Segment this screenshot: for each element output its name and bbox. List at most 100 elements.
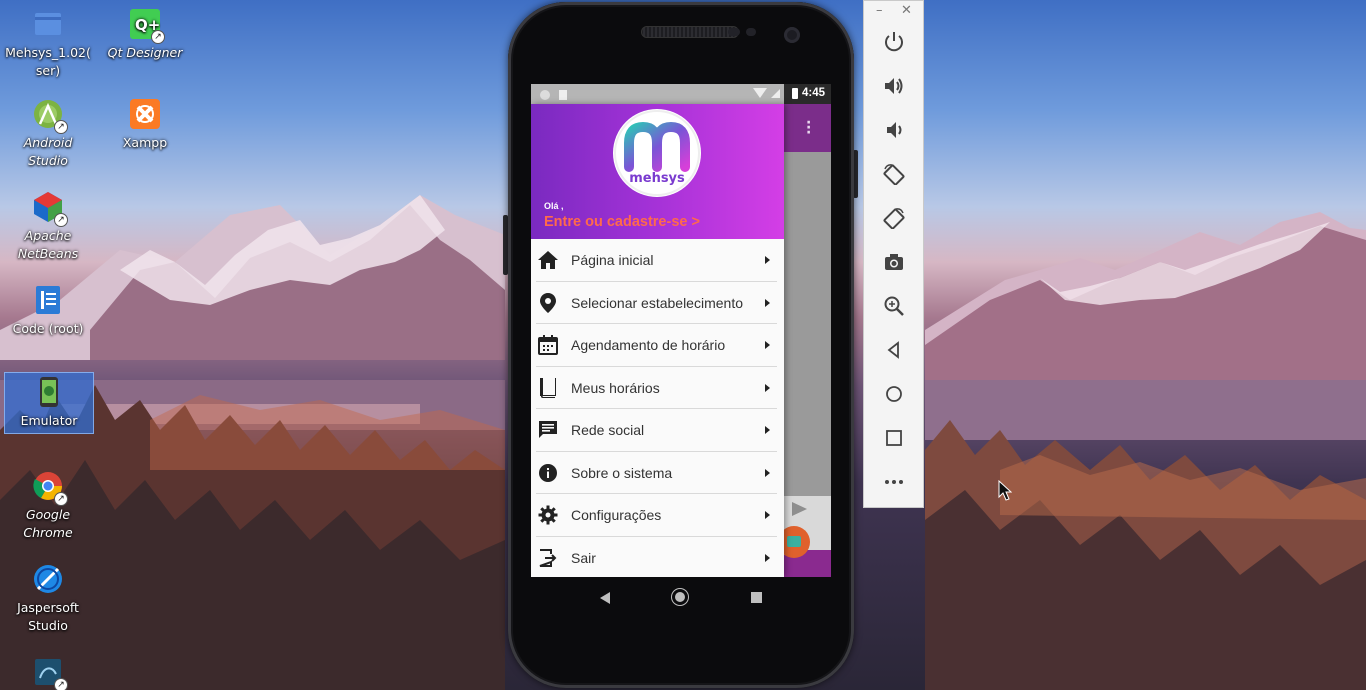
menu-item-agendamento[interactable]: Agendamento de horário [531, 324, 784, 367]
minimize-icon[interactable]: – [876, 3, 883, 18]
earpiece-speaker [641, 26, 739, 38]
chevron-right-icon [765, 383, 770, 392]
shortcut-arrow-icon: ↗ [151, 30, 165, 44]
menu-item-sobre-o-sistema[interactable]: Sobre o sistema [531, 452, 784, 495]
mysql-workbench-icon: ↗ [32, 656, 68, 690]
menu-item-label: Selecionar estabelecimento [571, 294, 743, 311]
desktop-icon-android-studio[interactable]: ↗ Android Studio [3, 98, 93, 170]
menu-item-meus-horarios[interactable]: Meus horários [531, 367, 784, 410]
desktop-icon-chrome[interactable]: ↗ Google Chrome [3, 470, 93, 542]
light-sensor [746, 28, 756, 36]
home-icon [537, 249, 559, 271]
desktop-icon-vscode[interactable]: Code (root) [3, 284, 93, 338]
chat-icon [537, 419, 559, 441]
mouse-cursor-icon [998, 480, 1012, 501]
menu-item-sair[interactable]: Sair [531, 537, 784, 578]
volume-down-button[interactable] [882, 118, 906, 142]
chevron-right-icon [765, 511, 770, 520]
chevron-right-icon [765, 341, 770, 350]
menu-item-label: Meus horários [571, 379, 660, 396]
menu-item-rede-social[interactable]: Rede social [531, 409, 784, 452]
menu-item-label: Rede social [571, 422, 645, 439]
wifi-icon [752, 88, 767, 98]
emulator-icon [33, 376, 65, 408]
rotate-left-icon [883, 164, 905, 185]
qt-designer-icon: Q+ ↗ [129, 8, 165, 44]
status-time: 4:45 [801, 87, 825, 99]
desktop-icon-xampp[interactable]: Xampp [100, 98, 190, 152]
desktop-icon-mysql-workbench[interactable]: ↗ [3, 656, 93, 690]
nav-recent-apps-icon[interactable] [751, 592, 762, 603]
desktop-icon-netbeans[interactable]: ↗ Apache NetBeans [3, 191, 93, 263]
desktop-icon-qt-designer[interactable]: Q+ ↗ Qt Designer [100, 8, 190, 62]
overview-button[interactable] [882, 426, 906, 450]
menu-item-label: Agendamento de horário [571, 337, 726, 354]
close-icon[interactable]: ✕ [901, 3, 912, 18]
home-icon [886, 386, 902, 402]
volume-down-icon [887, 122, 902, 138]
chevron-right-icon [765, 298, 770, 307]
back-icon [887, 341, 899, 359]
desktop-icon-label: Qt Designer [107, 45, 183, 60]
battery-icon [791, 87, 798, 99]
menu-item-label: Configurações [571, 507, 662, 524]
signal-icon [770, 88, 780, 98]
desktop-icon-emulator[interactable]: Emulator [4, 372, 94, 434]
drawer-header: mehsys Olá , Entre ou cadastre-se > [531, 104, 784, 239]
menu-item-label: Sair [571, 549, 596, 566]
notification-dot-icon [540, 89, 550, 100]
send-icon[interactable] [792, 502, 807, 516]
desktop-icon-label: Apache NetBeans [17, 228, 79, 261]
overflow-menu-icon[interactable]: · · · [806, 116, 811, 140]
app-toolbar: · · · [784, 104, 831, 152]
chevron-right-icon [765, 256, 770, 265]
more-icon [885, 480, 903, 484]
emulator-phone-frame: 4:45 · · · mehsys Olá , Entre ou cadastr… [508, 2, 854, 688]
phone-screen[interactable]: 4:45 · · · mehsys Olá , Entre ou cadastr… [531, 84, 831, 577]
login-register-link[interactable]: Entre ou cadastre-se > [544, 214, 700, 230]
desktop-icon-mehsys-folder[interactable]: Mehsys_1.02( ser) [3, 8, 93, 80]
android-navigation-bar [531, 577, 831, 619]
chevron-right-icon [765, 426, 770, 435]
android-status-bar: 4:45 [531, 84, 831, 104]
menu-item-configuracoes[interactable]: Configurações [531, 494, 784, 537]
desktop-icon-label: Google Chrome [23, 507, 73, 540]
android-studio-icon: ↗ [32, 98, 68, 134]
screenshot-button[interactable] [882, 250, 906, 274]
back-button[interactable] [882, 338, 906, 362]
menu-item-label: Página inicial [571, 252, 654, 269]
more-button[interactable] [882, 470, 906, 494]
menu-item-pagina-inicial[interactable]: Página inicial [531, 239, 784, 282]
desktop-icon-label: Mehsys_1.02( ser) [5, 45, 91, 78]
desktop-icon-label: Code (root) [12, 321, 84, 336]
rotate-left-button[interactable] [882, 162, 906, 186]
desktop-icon-label: Jaspersoft Studio [17, 600, 79, 633]
nav-home-icon[interactable] [672, 589, 688, 605]
navigation-drawer: mehsys Olá , Entre ou cadastre-se > Pági… [531, 104, 784, 577]
calendar-icon [537, 334, 559, 356]
home-button[interactable] [882, 382, 906, 406]
xampp-icon [129, 98, 161, 130]
logo-text: mehsys [629, 171, 685, 186]
shortcut-arrow-icon: ↗ [54, 120, 68, 134]
vscode-icon [32, 284, 64, 316]
chrome-icon: ↗ [32, 470, 68, 506]
menu-item-selecionar-estabelecimento[interactable]: Selecionar estabelecimento [531, 282, 784, 325]
proximity-sensor [728, 28, 740, 36]
camera-icon [885, 254, 903, 270]
background-app-content: · · · [774, 104, 831, 577]
mehsys-logo: mehsys [613, 109, 701, 197]
volume-up-button[interactable] [882, 74, 906, 98]
power-button[interactable] [882, 30, 906, 54]
emulator-toolbar: – ✕ [863, 0, 924, 508]
nav-back-icon[interactable] [600, 592, 610, 604]
shortcut-arrow-icon: ↗ [54, 213, 68, 227]
zoom-button[interactable] [882, 294, 906, 318]
desktop-icon-jaspersoft[interactable]: Jaspersoft Studio [3, 563, 93, 635]
desktop-icon-label: Emulator [20, 413, 78, 428]
front-camera [784, 27, 800, 43]
location-pin-icon [537, 292, 559, 314]
power-icon [885, 32, 903, 52]
shortcut-arrow-icon: ↗ [54, 678, 68, 690]
rotate-right-button[interactable] [882, 206, 906, 230]
